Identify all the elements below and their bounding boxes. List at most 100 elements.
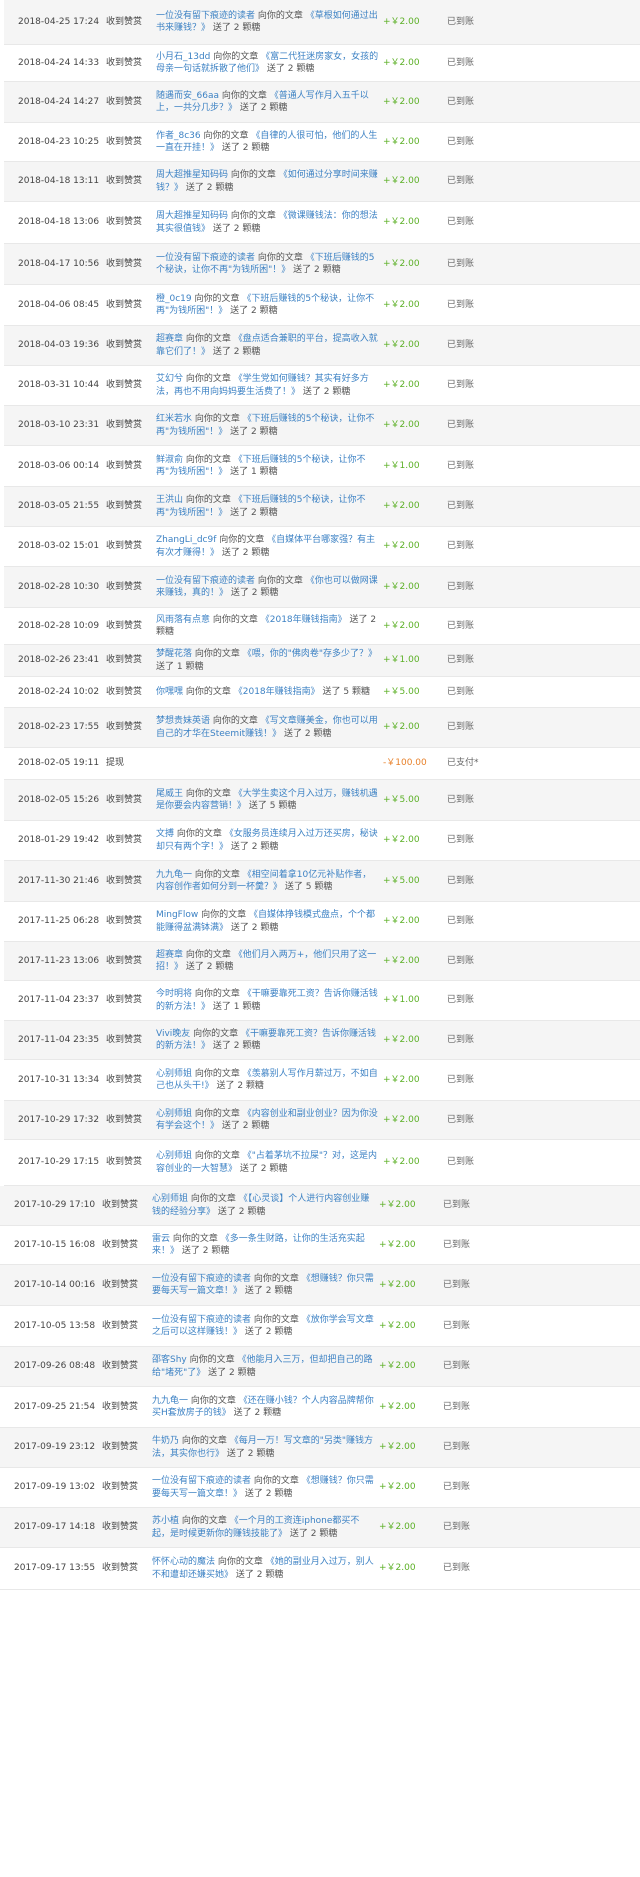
desc-text: 送了 2 颗糖: [183, 182, 234, 193]
reader-link[interactable]: 随遇而安_66aa: [156, 91, 219, 101]
desc-text: 向你的文章: [192, 1108, 243, 1119]
reader-link[interactable]: 心别师姐: [156, 1109, 192, 1119]
row-date: 2017-10-31 13:34: [18, 1074, 100, 1085]
desc-text: 送了 5 颗糖: [282, 882, 333, 892]
desc-text: 送了 5 颗糖: [246, 801, 297, 811]
row-status: 已到账: [447, 655, 475, 666]
row-status: 已到账: [447, 16, 475, 27]
desc-text: 向你的文章: [210, 716, 261, 727]
reward-row: 2018-03-10 23:31 收到赞赏 红米若水 向你的文章 《下班后赚钱的5个…: [4, 406, 640, 446]
desc-text: 向你的文章: [218, 90, 270, 101]
reader-link[interactable]: 周大超推星知码码: [156, 211, 228, 221]
reader-link[interactable]: 作者_8c36: [156, 131, 201, 141]
row-type: 收到赞赏: [106, 1157, 143, 1168]
reader-link[interactable]: 风雨落有点意: [156, 615, 210, 625]
article-link[interactable]: 《2018年赚钱指南》: [261, 615, 347, 625]
reader-link[interactable]: 一位没有留下痕迹的读者: [156, 11, 255, 21]
desc-text: 向你的文章: [255, 575, 306, 586]
row-description: 牛奶乃 向你的文章 《每月一万！写文章的"另类"赚钱方法，其实你也行》 送了 2…: [150, 1435, 375, 1459]
reader-link[interactable]: 一位没有留下痕迹的读者: [156, 253, 255, 263]
reader-link[interactable]: 尾威王: [156, 789, 183, 799]
row-type: 收到赞赏: [106, 835, 143, 846]
reward-row: 2017-11-04 23:35 收到赞赏 Vivi晚友 向你的文章 《干嘛要靠死工…: [4, 1021, 640, 1060]
reader-link[interactable]: 一位没有留下痕迹的读者: [152, 1315, 251, 1325]
reader-link[interactable]: 一位没有留下痕迹的读者: [152, 1274, 251, 1284]
desc-text: 送了 2 颗糖: [290, 265, 341, 275]
article-link[interactable]: 《喂，你的"佛肉卷"存多少了？》: [243, 649, 377, 659]
row-amount: +￥2.00: [383, 258, 420, 269]
reader-link[interactable]: 鲜淑俞: [156, 455, 183, 465]
row-type: 收到赞赏: [106, 217, 143, 228]
article-link[interactable]: 《2018年赚钱指南》: [234, 687, 320, 697]
reader-link[interactable]: ZhangLi_dc9f: [156, 535, 216, 545]
row-type: 收到赞赏: [102, 1522, 139, 1533]
row-amount: +￥2.00: [383, 581, 420, 592]
row-status: 已到账: [447, 340, 475, 351]
reader-link[interactable]: 梦想贵妹英语: [156, 716, 210, 726]
reader-link[interactable]: 橙_0c19: [156, 294, 192, 304]
row-status: 已到账: [447, 581, 475, 592]
row-amount: +￥2.00: [383, 16, 420, 27]
reader-link[interactable]: 九九龟一: [156, 870, 192, 880]
reader-link[interactable]: 超赛章: [156, 334, 183, 344]
row-type: 收到赞赏: [106, 1034, 143, 1045]
desc-text: 向你的文章: [192, 989, 243, 1000]
row-amount: +￥2.00: [383, 955, 420, 966]
desc-text: 送了 2 颗糖: [242, 1286, 293, 1296]
desc-text: 向你的文章: [255, 252, 306, 263]
row-description: 雷云 向你的文章 《多一条生财路，让你的生活充实起来！》 送了 2 颗糖: [150, 1233, 375, 1257]
reader-link[interactable]: 超赛章: [156, 950, 183, 960]
reader-link[interactable]: Vivi晚友: [156, 1029, 190, 1039]
reader-link[interactable]: MingFlow: [156, 910, 198, 920]
row-type: 收到赞赏: [106, 541, 143, 552]
reader-link[interactable]: 梦醒花落: [156, 649, 192, 659]
row-amount: +￥2.00: [383, 1157, 420, 1168]
row-amount: +￥2.00: [383, 722, 420, 733]
reader-link[interactable]: 心别师姐: [156, 1151, 192, 1161]
desc-text: 向你的文章: [210, 614, 261, 625]
reward-row: 2018-04-24 14:27 收到赞赏 随遇而安_66aa 向你的文章 《普通人…: [4, 82, 640, 123]
desc-text: 送了 2 颗糖: [281, 728, 332, 739]
desc-text: 向你的文章: [228, 211, 279, 222]
row-status: 已到账: [447, 217, 475, 228]
desc-text: 向你的文章: [191, 293, 243, 304]
row-type: 收到赞赏: [106, 620, 143, 631]
reader-link[interactable]: 九九龟一: [152, 1396, 188, 1406]
row-date: 2018-02-05 19:11: [18, 758, 100, 769]
reader-link[interactable]: 今时明将: [156, 989, 192, 999]
row-date: 2018-04-18 13:11: [18, 176, 100, 187]
reader-link[interactable]: 小月石_13dd: [156, 52, 210, 62]
row-type: 收到赞赏: [102, 1320, 139, 1331]
reader-link[interactable]: 心别师姐: [156, 1069, 192, 1079]
row-description: 超赛章 向你的文章 《他们月入两万+，他们只用了这一招！》 送了 2 颗糖: [154, 949, 379, 973]
reward-row: 2018-04-23 10:25 收到赞赏 作者_8c36 向你的文章 《自律的人很…: [4, 123, 640, 162]
reader-link[interactable]: 牛奶乃: [152, 1436, 179, 1446]
reader-link[interactable]: 你嘿嘿: [156, 687, 183, 697]
row-date: 2018-04-03 19:36: [18, 340, 100, 351]
reader-link[interactable]: 红米若水: [156, 414, 192, 424]
desc-text: 向你的文章: [170, 1233, 221, 1244]
reader-link[interactable]: 雷云: [152, 1234, 170, 1244]
desc-text: 送了 2 颗糖: [227, 507, 278, 518]
desc-text: 向你的文章: [188, 1194, 239, 1205]
row-amount: +￥2.00: [379, 1320, 416, 1331]
row-date: 2018-04-24 14:27: [18, 96, 100, 107]
desc-text: 送了 2 颗糖: [219, 143, 270, 153]
reader-link[interactable]: 怀怀心动的魔法: [152, 1557, 215, 1567]
reader-link[interactable]: 心别师姐: [152, 1194, 188, 1204]
reader-link[interactable]: 一位没有留下痕迹的读者: [152, 1476, 251, 1486]
reader-link[interactable]: 苏小植: [152, 1516, 179, 1526]
reader-link[interactable]: 邵客Shy: [152, 1355, 187, 1365]
reader-link[interactable]: 一位没有留下痕迹的读者: [156, 576, 255, 586]
row-date: 2017-11-30 21:46: [18, 875, 100, 886]
reader-link[interactable]: 文搏: [156, 829, 174, 839]
reader-link[interactable]: 周大超推星知码码: [156, 170, 228, 180]
row-type: 收到赞赏: [106, 501, 143, 512]
row-date: 2017-10-29 17:10: [14, 1200, 96, 1211]
row-date: 2018-04-24 14:33: [18, 57, 100, 68]
reader-link[interactable]: 王洪山: [156, 495, 183, 505]
reader-link[interactable]: 艾幻兮: [156, 374, 183, 384]
row-amount: +￥2.00: [379, 1361, 416, 1372]
row-date: 2018-03-10 23:31: [18, 420, 100, 431]
desc-text: 送了 2 颗糖: [228, 841, 279, 852]
